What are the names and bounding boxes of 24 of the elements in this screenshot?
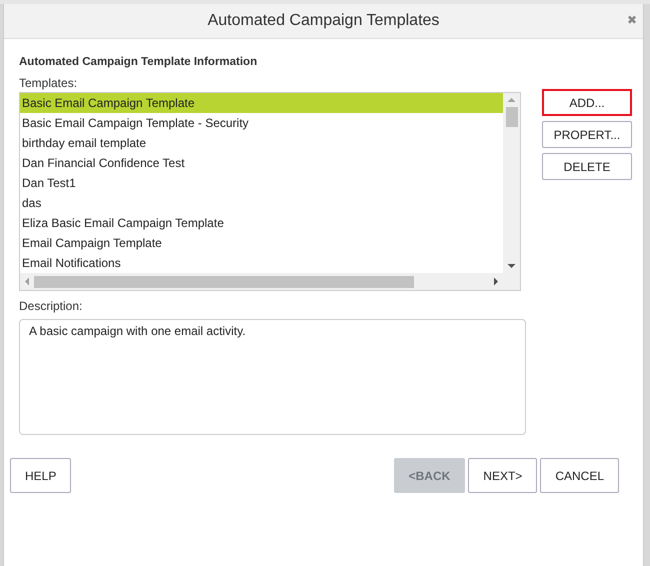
list-item[interactable]: Basic Email Campaign Template - Security [20, 113, 503, 133]
list-item[interactable]: Dan Financial Confidence Test [20, 153, 503, 173]
vertical-scrollbar[interactable] [503, 93, 520, 273]
description-label: Description: [19, 299, 84, 315]
templates-label: Templates: [19, 76, 78, 92]
section-title: Automated Campaign Template Information [19, 56, 258, 70]
action-button[interactable]: ADD... [542, 89, 632, 116]
list-item[interactable]: Email Notifications [20, 253, 503, 273]
list-item[interactable]: das [20, 193, 503, 213]
description-field[interactable]: A basic campaign with one email activity. [19, 319, 526, 435]
wizard-button[interactable]: CANCEL [540, 458, 619, 493]
action-button[interactable]: DELETE [542, 153, 632, 180]
scroll-thumb[interactable] [34, 276, 414, 288]
list-item[interactable]: Eliza Basic Email Campaign Template [20, 213, 503, 233]
help-button[interactable]: HELP [10, 458, 72, 493]
list-item[interactable]: Email Campaign Template [20, 233, 503, 253]
window-title: Automated Campaign Templates [208, 12, 440, 30]
horizontal-scrollbar[interactable] [20, 273, 520, 290]
list-item[interactable]: Basic Email Campaign Template [20, 93, 503, 113]
list-item[interactable]: birthday email template [20, 133, 503, 153]
scroll-thumb[interactable] [506, 107, 518, 127]
list-item[interactable]: Dan Test1 [20, 173, 503, 193]
action-button[interactable]: PROPERT... [542, 121, 632, 148]
wizard-button[interactable]: NEXT> [468, 458, 538, 493]
